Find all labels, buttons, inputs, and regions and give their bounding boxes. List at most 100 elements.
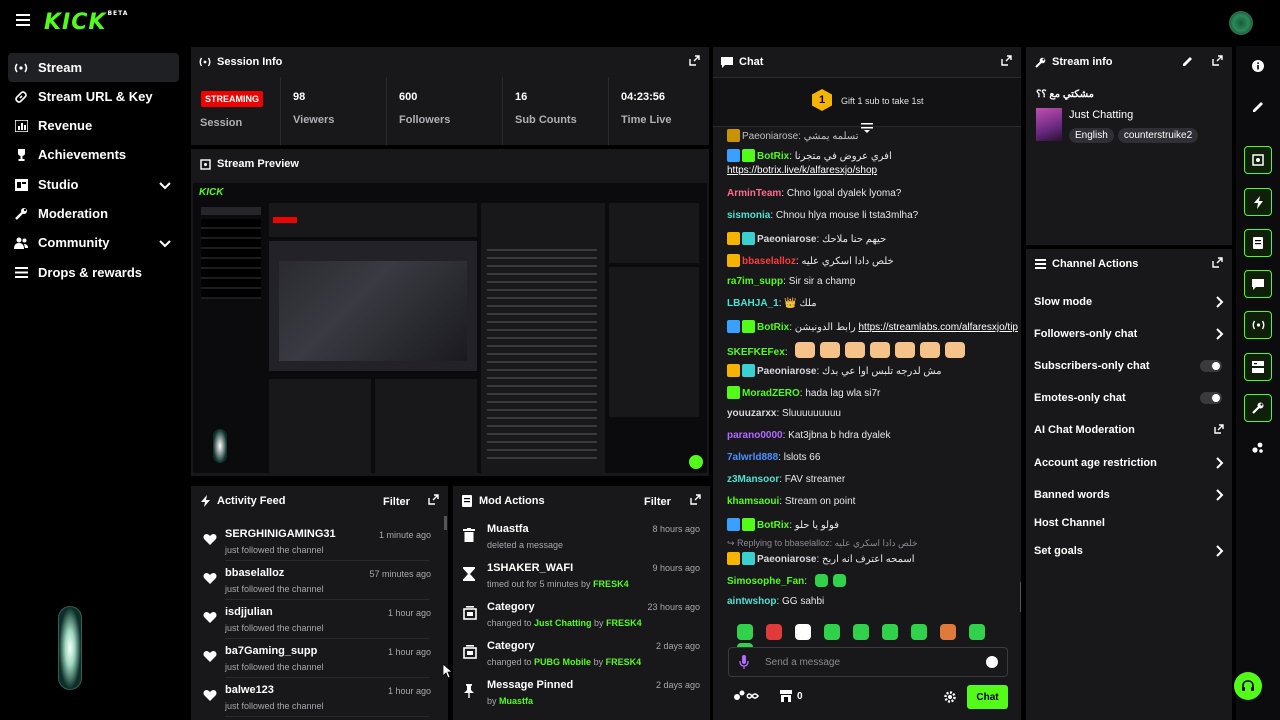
popout-icon[interactable] bbox=[690, 494, 702, 506]
sidebar-item-drops[interactable]: Drops & rewards bbox=[8, 258, 179, 287]
chat-username[interactable]: MoradZERO bbox=[742, 388, 800, 399]
toggle-switch[interactable] bbox=[1200, 360, 1222, 372]
emote-icon[interactable] bbox=[911, 624, 927, 640]
chat-username[interactable]: ArminTeam bbox=[727, 188, 781, 199]
drops-icon[interactable] bbox=[1244, 434, 1272, 462]
chat-username[interactable]: khamsaoui bbox=[727, 496, 779, 507]
chat-username[interactable]: SKEFKEFex bbox=[727, 347, 785, 358]
store-icon[interactable] bbox=[780, 690, 792, 705]
document-icon[interactable] bbox=[1244, 229, 1272, 257]
chat-link[interactable]: https://streamlabs.com/alfaresxjo/tip bbox=[858, 322, 1018, 333]
channel-action-item[interactable]: Banned words bbox=[1034, 481, 1224, 509]
settings-icon[interactable] bbox=[944, 691, 956, 706]
chat-username[interactable]: BotRix bbox=[757, 322, 789, 333]
chat-username[interactable]: z3Mansoor bbox=[727, 474, 779, 485]
chat-username[interactable]: BotRix bbox=[757, 151, 789, 162]
channel-action-item[interactable]: Slow mode bbox=[1034, 288, 1224, 316]
activity-item[interactable]: bbaselalloz 57 minutes ago just followed… bbox=[191, 561, 441, 600]
info-icon[interactable] bbox=[1244, 52, 1272, 80]
user-avatar[interactable] bbox=[1229, 11, 1253, 35]
emote-icon[interactable] bbox=[737, 624, 753, 640]
chat-send-button[interactable]: Chat bbox=[967, 685, 1008, 709]
channel-action-item[interactable]: Emotes-only chat bbox=[1034, 384, 1224, 412]
emote-icon[interactable] bbox=[795, 624, 811, 640]
help-icon[interactable] bbox=[1234, 672, 1262, 700]
scrollbar[interactable] bbox=[444, 516, 447, 530]
drops-icon[interactable] bbox=[733, 690, 761, 705]
mod-action-item[interactable]: 1SHAKER_WAFI 9 hours ago timed out for 5… bbox=[453, 557, 710, 596]
kick-logo[interactable]: KICKBETA bbox=[44, 10, 128, 35]
sidebar-item-achievements[interactable]: Achievements bbox=[8, 140, 179, 169]
menu-icon[interactable] bbox=[16, 14, 30, 28]
layout-icon[interactable] bbox=[1244, 353, 1272, 381]
activity-item[interactable]: ba7Gaming_supp 1 hour ago just followed … bbox=[191, 639, 441, 678]
emote-icon[interactable] bbox=[940, 624, 956, 640]
preview-icon bbox=[199, 158, 211, 170]
chat-username[interactable]: youuzarxx bbox=[727, 408, 776, 419]
chat-username[interactable]: sismonia bbox=[727, 210, 770, 221]
sidebar-item-stream[interactable]: Stream bbox=[8, 53, 179, 82]
popout-icon[interactable] bbox=[1214, 424, 1224, 437]
activity-item[interactable]: balwe123 1 hour ago just followed the ch… bbox=[191, 678, 441, 717]
activity-item[interactable]: isdjjulian 1 hour ago just followed the … bbox=[191, 600, 441, 639]
chat-username[interactable]: Paeoniarose bbox=[757, 366, 816, 377]
chat-username[interactable]: parano0000 bbox=[727, 430, 783, 441]
chat-username[interactable]: 7alwrld888 bbox=[727, 452, 778, 463]
chat-username[interactable]: bbaselalloz bbox=[742, 256, 796, 267]
chat-username[interactable]: LBAHJA_1 bbox=[727, 298, 779, 309]
popout-icon[interactable] bbox=[689, 55, 701, 67]
sidebar-item-revenue[interactable]: Revenue bbox=[8, 111, 179, 140]
toggle-switch[interactable] bbox=[1200, 392, 1222, 404]
wrench-icon[interactable] bbox=[1244, 394, 1272, 422]
stream-preview-video[interactable]: KICK bbox=[193, 183, 707, 473]
chat-username[interactable]: aintwshop bbox=[727, 596, 776, 607]
popout-icon[interactable] bbox=[1212, 257, 1224, 269]
popout-icon[interactable] bbox=[1001, 55, 1013, 67]
camera-icon[interactable] bbox=[1244, 146, 1272, 174]
filter-button[interactable]: Filter bbox=[383, 496, 410, 508]
sidebar-item-studio[interactable]: Studio bbox=[8, 170, 179, 199]
edit-icon[interactable] bbox=[1182, 56, 1193, 70]
popout-icon[interactable] bbox=[1212, 55, 1224, 67]
emote-icon[interactable] bbox=[969, 624, 985, 640]
activity-item[interactable]: SERGHINIGAMING31 1 minute ago just follo… bbox=[191, 522, 441, 561]
emote-icon[interactable] bbox=[853, 624, 869, 640]
channel-action-item[interactable]: Subscribers-only chat bbox=[1034, 352, 1224, 380]
microphone-icon[interactable] bbox=[739, 655, 749, 672]
popout-icon[interactable] bbox=[428, 494, 440, 506]
tag-pill[interactable]: counterstruike2 bbox=[1117, 128, 1199, 143]
mod-action-item[interactable]: Category 23 hours ago changed to Just Ch… bbox=[453, 596, 710, 635]
tag-pill[interactable]: English bbox=[1069, 128, 1114, 143]
chat-scrollbar[interactable] bbox=[1020, 582, 1021, 612]
chevron-down-icon[interactable] bbox=[159, 236, 171, 251]
channel-action-item[interactable]: Host Channel bbox=[1034, 509, 1224, 537]
chat-username[interactable]: Paeoniarose bbox=[757, 554, 816, 565]
sidebar-item-community[interactable]: Community bbox=[8, 228, 179, 257]
sidebar-item-moderation[interactable]: Moderation bbox=[8, 199, 179, 228]
emote-icon[interactable] bbox=[824, 624, 840, 640]
chat-username[interactable]: ra7im_supp bbox=[727, 276, 783, 287]
chat-input[interactable]: Send a message bbox=[728, 647, 1008, 677]
filter-button[interactable]: Filter bbox=[644, 496, 671, 508]
chevron-down-icon[interactable] bbox=[159, 178, 171, 193]
chat-bubble-icon[interactable] bbox=[1244, 270, 1272, 298]
broadcast-icon[interactable] bbox=[1244, 311, 1272, 339]
channel-action-item[interactable]: Followers-only chat bbox=[1034, 320, 1224, 348]
chat-username[interactable]: Paeoniarose bbox=[757, 234, 816, 245]
channel-action-item[interactable]: Set goals bbox=[1034, 537, 1224, 565]
mod-action-item[interactable]: Message Pinned 2 days ago by Muastfa bbox=[453, 674, 710, 713]
chat-username[interactable]: Simosophe_Fan bbox=[727, 576, 804, 587]
edit-icon[interactable] bbox=[1244, 93, 1272, 121]
chat-link[interactable]: https://botrix.live/k/alfaresxjo/shop bbox=[727, 165, 877, 176]
emote-icon[interactable] bbox=[882, 624, 898, 640]
chat-username[interactable]: BotRix bbox=[757, 520, 789, 531]
bolt-icon[interactable] bbox=[1244, 188, 1272, 216]
gift-banner[interactable]: 1 Gift 1 sub to take 1st bbox=[713, 77, 1021, 133]
emoji-icon[interactable] bbox=[986, 656, 998, 668]
channel-action-item[interactable]: Account age restriction bbox=[1034, 449, 1224, 477]
sidebar-item-stream-url[interactable]: Stream URL & Key bbox=[8, 82, 179, 111]
channel-action-item[interactable]: AI Chat Moderation bbox=[1034, 416, 1224, 444]
mod-action-item[interactable]: Category 2 days ago changed to PUBG Mobi… bbox=[453, 635, 710, 674]
mod-action-item[interactable]: Muastfa 8 hours ago deleted a message bbox=[453, 518, 710, 557]
emote-icon[interactable] bbox=[766, 624, 782, 640]
